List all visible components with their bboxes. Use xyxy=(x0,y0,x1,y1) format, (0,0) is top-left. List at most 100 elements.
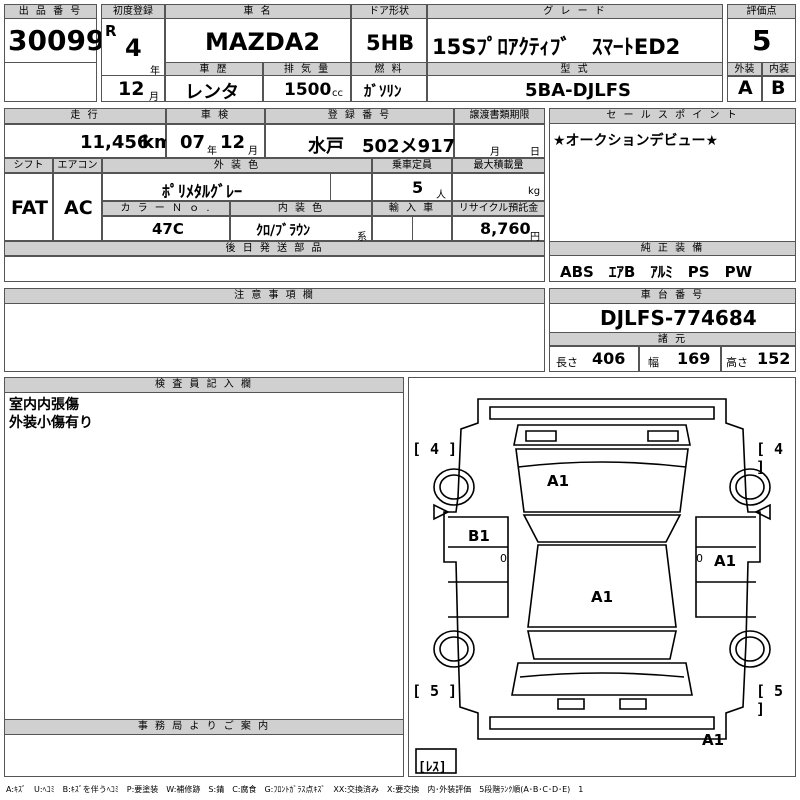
transfer-doc-header: 譲渡書類期限 xyxy=(454,108,545,124)
inspection-month-unit: 月 xyxy=(248,146,258,157)
taillight-right xyxy=(619,698,647,710)
inspection-year: 07 xyxy=(180,132,206,153)
damage-mark-roof: A1 xyxy=(591,588,614,606)
genuine-equipment: ABS ｴｱB ｱﾙﾐ PS PW xyxy=(560,263,753,281)
capacity-unit: 人 xyxy=(436,190,446,201)
first-registration-header: 初度登録 xyxy=(101,4,165,19)
inspector-note-1: 室内内張傷 xyxy=(9,397,79,413)
grade: 15Sﾌﾟﾛｱｸﾃｨﾌﾞ ｽﾏｰﾄED2 xyxy=(432,35,681,59)
door-type: 5HB xyxy=(366,31,415,55)
shift-header: シフト xyxy=(4,158,53,173)
score-header: 評価点 xyxy=(727,4,796,19)
specs-header: 諸 元 xyxy=(549,332,796,346)
rear-window xyxy=(527,630,677,660)
fuel-header: 燃 料 xyxy=(351,62,427,76)
interior-grade: B xyxy=(771,77,786,99)
zero-mark-right: 0 xyxy=(696,552,703,565)
notes-header: 注 意 事 項 欄 xyxy=(4,288,545,304)
chassis-header: 車 台 番 号 xyxy=(549,288,796,304)
damage-mark-rear: A1 xyxy=(702,731,725,749)
inspector-box xyxy=(4,377,404,777)
mileage-header: 走 行 xyxy=(4,108,166,124)
wheel-front-right-inner xyxy=(439,474,469,500)
inspection-month: 12 xyxy=(220,132,246,153)
capacity-header: 乗車定員 xyxy=(372,158,452,173)
wheel-front-left-inner xyxy=(735,474,765,500)
import-header: 輸 入 車 xyxy=(372,201,452,216)
hood-line xyxy=(517,461,687,468)
model-code-header: 型 式 xyxy=(427,62,723,76)
model-code: 5BA-DJLFS xyxy=(525,80,632,101)
inspector-note-2: 外装小傷有り xyxy=(9,415,93,431)
lot-number: 30099 xyxy=(8,24,106,57)
registration-month: 12 xyxy=(118,78,145,100)
wheel-rear-right-inner xyxy=(735,636,765,662)
later-parts-header: 後 日 発 送 部 品 xyxy=(4,241,545,256)
displacement-header: 排 気 量 xyxy=(263,62,351,76)
fuel-type: ｶﾞｿﾘﾝ xyxy=(364,82,402,100)
interior-color-header: 内 装 色 xyxy=(230,201,372,216)
lot-number-divider xyxy=(4,62,97,63)
exterior-grade: A xyxy=(738,77,753,99)
office-header: 事 務 局 よ り ご 案 内 xyxy=(4,719,404,735)
inspector-header: 検 査 員 記 入 欄 xyxy=(4,377,404,393)
height-value: 152 xyxy=(757,349,791,368)
month-unit: 月 xyxy=(149,92,159,103)
car-diagram xyxy=(415,398,771,774)
cc-unit: cc xyxy=(332,88,343,99)
vehicle-history: レンタ xyxy=(185,82,239,103)
car-name: MAZDA2 xyxy=(205,28,321,56)
hood xyxy=(515,448,689,513)
exterior-header: 外装 xyxy=(727,62,762,76)
headlight-left xyxy=(525,430,557,442)
spare-tire: [ﾚｽ] xyxy=(418,760,447,775)
windshield xyxy=(522,514,682,543)
legend: A:ｷｽﾞ U:ﾍｺﾐ B:ｷｽﾞを伴うﾍｺﾐ P:要塗装 W:補修跡 S:錆 … xyxy=(6,785,584,794)
interior-color: ｸﾛ/ﾌﾞﾗｳﾝ xyxy=(256,223,311,239)
taillight-left xyxy=(557,698,585,710)
max-load-unit: kg xyxy=(528,186,541,197)
color-number-header: カ ラ ー Ｎ ｏ . xyxy=(102,201,230,216)
lot-number-header: 出 品 番 号 xyxy=(4,4,97,19)
zero-mark-left: 0 xyxy=(500,552,507,565)
exterior-color: ﾎﾟﾘﾒﾀﾙｸﾞﾚｰ xyxy=(162,182,243,201)
exterior-color-header: 外 装 色 xyxy=(102,158,372,173)
aircon: AC xyxy=(64,197,93,219)
sales-point-header: セ ー ル ス ポ イ ン ト xyxy=(549,108,796,124)
rear-bumper xyxy=(489,716,715,730)
overall-score: 5 xyxy=(752,24,772,57)
later-parts-cell xyxy=(4,256,545,282)
tire-front-left: [ 4 ] xyxy=(412,440,458,458)
wheel-rear-left-inner xyxy=(439,636,469,662)
exterior-color-sub-divider xyxy=(330,173,331,201)
front-grille xyxy=(513,424,691,446)
interior-header: 内装 xyxy=(762,62,796,76)
inspection-year-unit: 年 xyxy=(207,146,217,157)
damage-mark-left: B1 xyxy=(468,527,490,545)
inspection-header: 車 検 xyxy=(166,108,265,124)
capacity: 5 xyxy=(412,178,424,197)
import-sub-divider xyxy=(412,216,413,241)
headlight-right xyxy=(647,430,679,442)
shift-type: FAT xyxy=(11,197,48,219)
recycle-fee: 8,760 xyxy=(480,219,531,238)
mileage: 11,456 xyxy=(80,132,150,153)
width-label: 幅 xyxy=(648,356,659,369)
car-outline xyxy=(443,398,761,740)
aircon-header: エアコン xyxy=(53,158,102,173)
recycle-header: リサイクル預託金 xyxy=(452,201,545,216)
registration-number: 水戸 502メ9174 xyxy=(308,136,468,157)
registration-number-header: 登 録 番 号 xyxy=(265,108,454,124)
car-name-header: 車 名 xyxy=(165,4,351,19)
displacement: 1500 xyxy=(284,80,332,100)
transfer-month-unit: 月 xyxy=(490,147,500,158)
grade-header: グ レ ー ド xyxy=(427,4,723,19)
damage-mark-hood: A1 xyxy=(547,472,570,490)
tire-front-right: [ 4 ] xyxy=(756,440,784,476)
width-value: 169 xyxy=(677,349,711,368)
max-load-header: 最大積載量 xyxy=(452,158,545,173)
chassis-number: DJLFS-774684 xyxy=(600,306,757,330)
color-number: 47C xyxy=(152,220,184,238)
tire-rear-left: [ 5 ] xyxy=(412,682,458,700)
front-bumper xyxy=(489,406,715,420)
